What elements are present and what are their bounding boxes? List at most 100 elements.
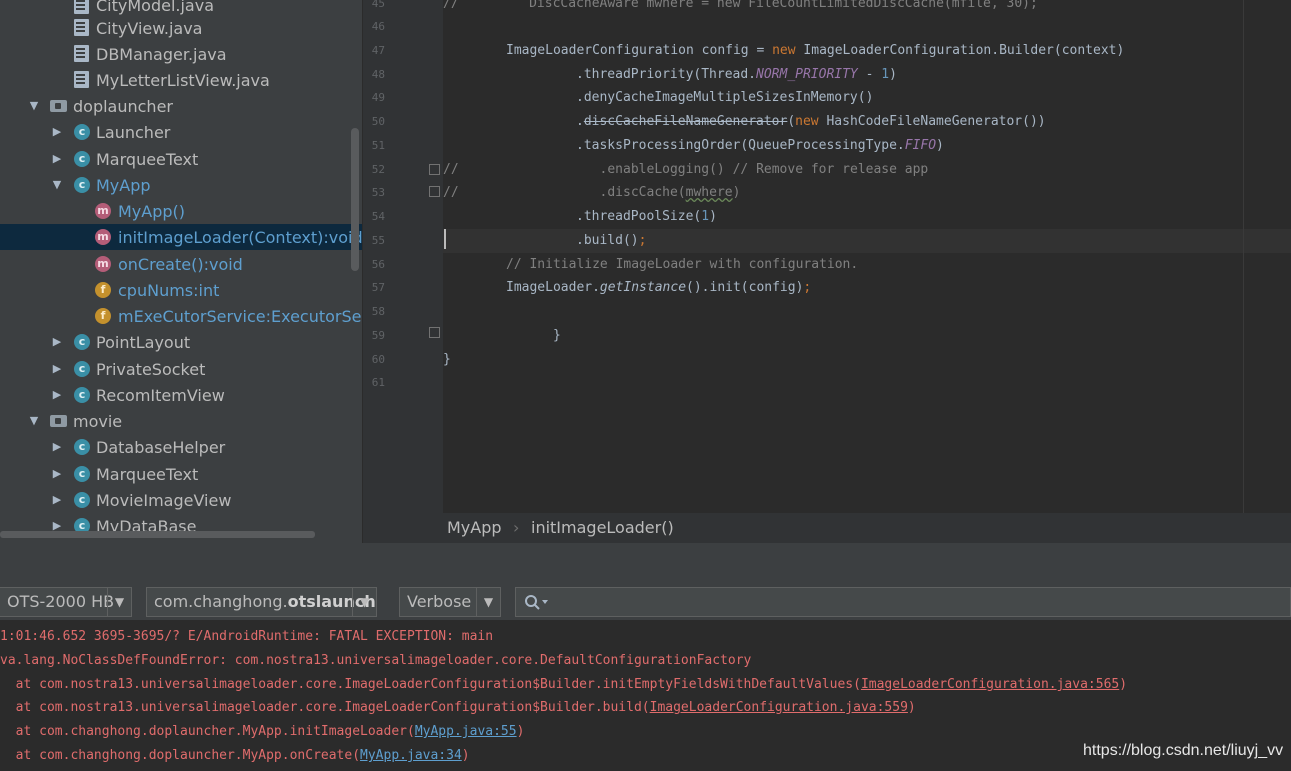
line-number: 53 [371,186,385,199]
search-icon[interactable] [524,594,550,612]
line-number: 56 [371,258,385,271]
log-line: at com.changhong.doplauncher.MyApp.onCre… [0,748,470,763]
fold-marker-icon[interactable] [429,186,440,197]
tree-item-doplauncher[interactable]: ▼ doplauncher [0,93,362,119]
package-icon [50,415,67,427]
chevron-right-icon[interactable]: ▶ [51,494,63,506]
line-number: 47 [371,44,385,57]
tree-item-launcher[interactable]: ▶ c Launcher [0,119,362,145]
line-number: 61 [371,376,385,389]
log-line: at com.nostra13.universalimageloader.cor… [0,677,1128,692]
tree-horizontal-scrollbar[interactable] [0,531,315,538]
log-level-select[interactable]: Verbose ▼ [399,587,501,617]
logcat-toolbar: OTS-2000 HB ▼ com.changhong.otslaunch ▼ … [0,584,1291,620]
code-line-59: } [553,328,561,343]
tree-vertical-scrollbar[interactable] [351,128,359,271]
line-number: 60 [371,353,385,366]
chevron-right-icon[interactable]: ▶ [51,389,63,401]
code-line-47: ImageLoaderConfiguration config = new Im… [506,43,1125,58]
line-number: 45 [371,0,385,10]
class-icon: c [74,361,90,377]
chevron-down-icon[interactable]: ▼ [352,588,376,616]
class-icon: c [74,334,90,350]
tree-item-marqueetext[interactable]: ▶ c MarqueeText [0,146,362,172]
tree-item-myapp-constructor[interactable]: m MyApp() [0,198,362,224]
code-line-54: .threadPoolSize(1) [576,209,717,224]
tree-item-movieimageview[interactable]: ▶ c MovieImageView [0,487,362,513]
fold-marker-icon[interactable] [429,164,440,175]
chevron-down-icon[interactable]: ▼ [28,415,40,427]
chevron-right-icon[interactable]: ▶ [51,153,63,165]
tree-item-privatesocket[interactable]: ▶ c PrivateSocket [0,356,362,382]
line-number: 57 [371,281,385,294]
java-file-icon [74,19,89,36]
class-icon: c [74,177,90,193]
code-editor[interactable]: 45 46 47 48 49 50 51 52 53 54 55 56 57 5… [363,0,1291,513]
tree-item-recomitemview[interactable]: ▶ c RecomItemView [0,382,362,408]
line-number: 52 [371,163,385,176]
class-icon: c [74,151,90,167]
tree-item-initimageloader[interactable]: m initImageLoader(Context):void [0,224,362,250]
class-icon: c [74,387,90,403]
log-line: at com.changhong.doplauncher.MyApp.initI… [0,724,525,739]
field-icon: f [95,308,111,324]
tree-item-cpunums[interactable]: f cpuNums:int [0,277,362,303]
code-line-55: .build(); [443,229,1291,253]
tree-item-databasehelper[interactable]: ▶ c DatabaseHelper [0,434,362,460]
line-number: 51 [371,139,385,152]
tree-item-myapp[interactable]: ▼ c MyApp [0,172,362,198]
line-number: 48 [371,68,385,81]
log-line: 1:01:46.652 3695-3695/? E/AndroidRuntime… [0,629,494,644]
source-link[interactable]: ImageLoaderConfiguration.java:565 [861,677,1119,692]
java-file-icon [74,0,89,14]
tree-item-pointlayout[interactable]: ▶ c PointLayout [0,329,362,355]
chevron-down-icon[interactable]: ▼ [476,588,500,616]
fold-marker-icon[interactable] [429,327,440,338]
device-select[interactable]: OTS-2000 HB ▼ [0,587,132,617]
editor-gutter: 45 46 47 48 49 50 51 52 53 54 55 56 57 5… [363,0,443,513]
chevron-down-icon[interactable]: ▼ [28,100,40,112]
class-icon: c [74,439,90,455]
tree-item-dbmanager[interactable]: DBManager.java [0,41,362,67]
tree-item-myletterlistview[interactable]: MyLetterListView.java [0,67,362,93]
tree-item-movie[interactable]: ▼ movie [0,408,362,434]
breadcrumb-class[interactable]: MyApp [447,518,502,537]
chevron-right-icon[interactable]: ▶ [51,126,63,138]
method-icon: m [95,229,111,245]
line-number: 54 [371,210,385,223]
package-icon [50,100,67,112]
code-line-57: ImageLoader.getInstance().init(config); [506,280,812,295]
process-select[interactable]: com.changhong.otslaunch ▼ [146,587,377,617]
chevron-down-icon[interactable]: ▼ [107,588,131,616]
chevron-right-icon[interactable]: ▶ [51,468,63,480]
tree-item-marqueetext-movie[interactable]: ▶ c MarqueeText [0,461,362,487]
code-line-49: .denyCacheImageMultipleSizesInMemory() [576,90,874,105]
tree-item-oncreate[interactable]: m onCreate():void [0,251,362,277]
panel-divider[interactable] [0,543,1291,588]
breadcrumb-method[interactable]: initImageLoader() [531,518,674,537]
logcat-search-input[interactable] [515,587,1291,617]
line-number: 49 [371,91,385,104]
tree-item-mexecutorservice[interactable]: f mExeCutorService:ExecutorService [0,303,362,329]
line-number: 55 [371,234,385,247]
chevron-right-icon[interactable]: ▶ [51,336,63,348]
method-icon: m [95,256,111,272]
java-file-icon [74,45,89,62]
chevron-down-icon[interactable]: ▼ [51,179,63,191]
method-icon: m [95,203,111,219]
breadcrumb: MyApp › initImageLoader() [363,513,1291,543]
chevron-right-icon[interactable]: ▶ [51,441,63,453]
code-line-60: } [443,352,451,367]
source-link[interactable]: ImageLoaderConfiguration.java:559 [650,700,908,715]
chevron-right-icon[interactable]: ▶ [51,363,63,375]
source-link[interactable]: MyApp.java:34 [360,748,462,763]
text-caret [444,229,446,249]
code-line-52: // .enableLogging() // Remove for releas… [443,162,929,177]
field-icon: f [95,282,111,298]
code-line-45: // DiscCacheAware mwhere = new FileCount… [443,0,1038,11]
tree-item-cityview[interactable]: CityView.java [0,15,362,41]
code-line-48: .threadPriority(Thread.NORM_PRIORITY - 1… [576,67,897,82]
source-link[interactable]: MyApp.java:55 [415,724,517,739]
code-line-53: // .discCache(mwhere) [443,185,741,200]
project-tree: CityModel.java CityView.java DBManager.j… [0,0,362,543]
